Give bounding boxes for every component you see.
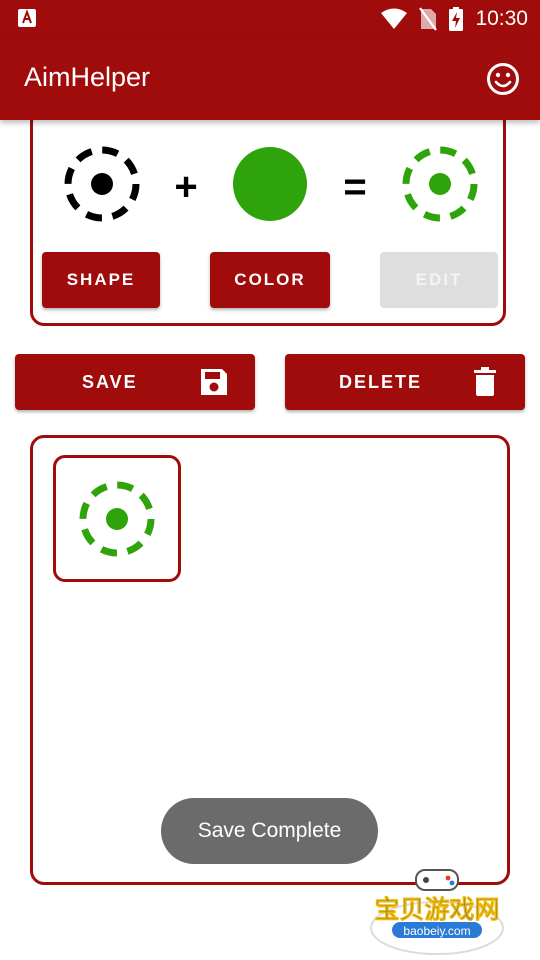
delete-button-label: DELETE <box>339 371 423 392</box>
trash-icon <box>474 367 496 396</box>
save-icon <box>201 369 227 395</box>
saved-crosshair-icon <box>79 481 155 557</box>
smiley-icon[interactable] <box>486 62 520 96</box>
color-button[interactable]: COLOR <box>210 252 330 308</box>
gamepad-icon <box>415 869 459 891</box>
equals-sign: = <box>343 165 366 209</box>
status-time: 10:30 <box>475 7 528 30</box>
save-button[interactable]: SAVE <box>15 354 255 410</box>
toast-message: Save Complete <box>161 798 378 864</box>
save-button-label: SAVE <box>82 371 138 392</box>
watermark-text: 宝贝游戏网 <box>374 895 499 924</box>
result-crosshair-icon <box>402 146 478 222</box>
edit-button[interactable]: EDIT <box>380 252 498 308</box>
app-bar: AimHelper <box>0 38 540 120</box>
wifi-icon <box>381 8 408 29</box>
saved-crosshair-item[interactable] <box>53 455 181 582</box>
no-sim-icon <box>419 7 438 31</box>
shape-button[interactable]: SHAPE <box>42 252 160 308</box>
shape-preview-icon <box>64 146 140 222</box>
app-title: AimHelper <box>24 62 151 92</box>
watermark-url: baobeiy.com <box>403 924 470 938</box>
color-preview-swatch <box>233 147 307 221</box>
delete-button[interactable]: DELETE <box>285 354 525 410</box>
watermark-logo: 宝贝游戏网 baobeiy.com <box>370 869 504 955</box>
battery-charging-icon <box>449 7 464 31</box>
status-bar: 10:30 <box>0 0 540 38</box>
app-notification-icon <box>18 9 36 27</box>
plus-sign: + <box>174 165 197 209</box>
